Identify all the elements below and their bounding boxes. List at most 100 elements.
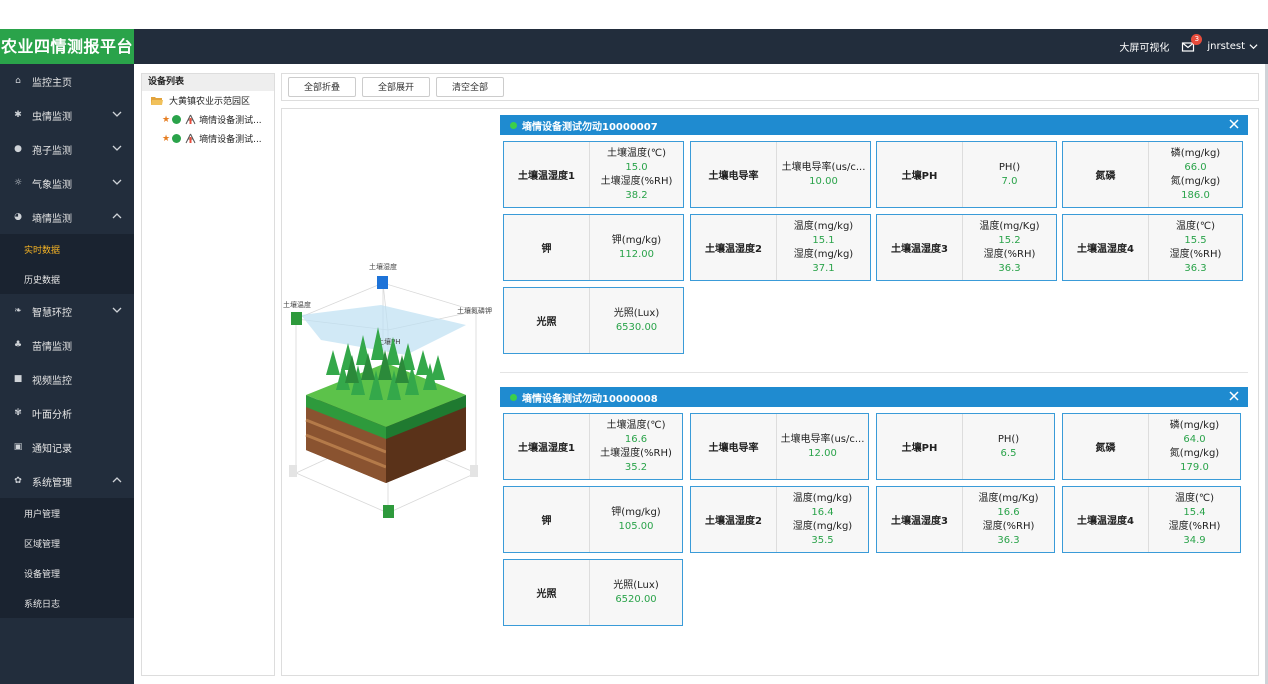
sensor-value: 12.00 <box>808 447 837 459</box>
sensor-card: 氮磷 磷(mg/kg) 64.0 氮(mg/kg) 179.0 <box>1062 413 1241 480</box>
sidebar-item[interactable]: ⌂ 监控主页 <box>0 64 134 98</box>
tree-device-1[interactable]: ★ 墒情设备测试... <box>142 110 274 129</box>
sensor-value: 36.3 <box>998 262 1021 274</box>
sensor-value: 15.5 <box>1184 234 1207 246</box>
sidebar-item-label: 视频监控 <box>32 375 72 387</box>
sidebar-item-label: 监控主页 <box>32 77 72 89</box>
sidebar-item[interactable]: ✱ 虫情监测 <box>0 98 134 132</box>
user-menu[interactable]: jnrstest <box>1207 41 1258 52</box>
sensor-metric-label: 温度(mg/kg) <box>793 220 854 232</box>
notification-bell[interactable]: 3 <box>1181 33 1203 54</box>
sensor-value: 179.0 <box>1180 461 1209 473</box>
sensor-card: 土壤温湿度4 温度(℃) 15.4 湿度(%RH) 34.9 <box>1062 486 1241 553</box>
device-title-bar: 墒情设备测试勿动10000007 <box>500 115 1248 135</box>
device-section: 墒情设备测试勿动10000008 <box>500 387 1248 407</box>
bigscreen-link[interactable]: 大屏可视化 <box>1119 39 1169 54</box>
sidebar-item[interactable]: ◕ 墒情监测 <box>0 200 134 234</box>
cube-gray <box>289 465 297 477</box>
clear-all-button[interactable]: 清空全部 <box>436 77 505 97</box>
sensor-name: 钾 <box>504 215 590 280</box>
sidebar-item-label: 区域管理 <box>24 539 61 550</box>
collapse-all-button[interactable]: 全部折叠 <box>288 77 357 97</box>
sensor-values: 土壤电导率(us/c... 12.00 <box>777 414 868 479</box>
leaf-icon: ❧ <box>14 306 22 316</box>
sidebar-item[interactable]: ♣ 苗情监测 <box>0 328 134 362</box>
sensor-metric-label: 土壤电导率(us/c... <box>780 433 865 445</box>
top-header <box>0 29 1268 64</box>
sidebar-item-label: 历史数据 <box>24 275 61 286</box>
sensor-card: 钾 钾(mg/kg) 105.00 <box>503 486 683 553</box>
sensor-values: 钾(mg/kg) 112.00 <box>590 215 683 280</box>
sensor-name: 钾 <box>504 487 590 552</box>
device-tree-panel: 设备列表 大黄镇农业示范园区 ★ 墒情设备测试... ★ 墒情设备测试... <box>141 73 275 676</box>
sidebar-subitem[interactable]: 系统日志 <box>0 588 134 618</box>
expand-all-button[interactable]: 全部展开 <box>362 77 431 97</box>
message-icon: ▣ <box>13 442 23 452</box>
sensor-value: 34.9 <box>1183 534 1206 546</box>
sensor-value: 15.0 <box>625 161 648 173</box>
tree-device-label: 墒情设备测试... <box>199 116 262 126</box>
sidebar-subitem[interactable]: 用户管理 <box>0 498 134 528</box>
home-icon: ⌂ <box>15 76 21 86</box>
sensor-card: 土壤温湿度1 土壤温度(℃) 16.6 土壤湿度(%RH) 35.2 <box>503 413 683 480</box>
sidebar-item[interactable]: ● 孢子监测 <box>0 132 134 166</box>
cube-gray <box>470 465 478 477</box>
sensor-name: 光照 <box>504 560 590 625</box>
sensor-metric-label: 温度(mg/Kg) <box>979 220 1040 232</box>
sensor-card: 钾 钾(mg/kg) 112.00 <box>503 214 684 281</box>
online-status-icon <box>172 115 182 124</box>
sidebar-item[interactable]: ☼ 气象监测 <box>0 166 134 200</box>
sidebar-item-label: 设备管理 <box>24 569 61 580</box>
app-logo: 农业四情测报平台 <box>0 29 134 64</box>
sidebar-item-label: 系统日志 <box>24 599 61 610</box>
sensor-card: 氮磷 磷(mg/kg) 66.0 氮(mg/kg) 186.0 <box>1062 141 1243 208</box>
sidebar-item[interactable]: ▣ 通知记录 <box>0 430 134 464</box>
sensor-value: 6520.00 <box>615 593 657 605</box>
sidebar-subitem[interactable]: 实时数据 <box>0 234 134 264</box>
sidebar-subitem[interactable]: 设备管理 <box>0 558 134 588</box>
iso-label-top: 土壤湿度 <box>369 262 397 271</box>
online-status-icon <box>510 121 517 129</box>
tree-root[interactable]: 大黄镇农业示范园区 <box>142 91 274 110</box>
sensor-values: 温度(℃) 15.5 湿度(%RH) 36.3 <box>1149 215 1242 280</box>
iso-label-left: 土壤温度 <box>283 300 311 309</box>
sidebar-item[interactable]: ✾ 叶面分析 <box>0 396 134 430</box>
chevron-down-icon <box>112 179 122 185</box>
sensor-metric-label: 氮(mg/kg) <box>1170 175 1221 187</box>
sensor-metric-label: 磷(mg/kg) <box>1169 419 1220 431</box>
sensor-values: 土壤电导率(us/c... 10.00 <box>777 142 870 207</box>
chevron-up-icon <box>112 213 122 219</box>
close-icon[interactable] <box>1228 390 1240 402</box>
sidebar-item[interactable]: ■ 视频监控 <box>0 362 134 396</box>
sensor-value: 10.00 <box>809 175 838 187</box>
sensor-metric-label: PH() <box>997 433 1020 445</box>
sidebar-subitem[interactable]: 区域管理 <box>0 528 134 558</box>
sensor-metric-label: 土壤湿度(%RH) <box>600 175 673 187</box>
username: jnrstest <box>1207 41 1245 52</box>
sensor-value: 37.1 <box>812 262 835 274</box>
device-separator <box>500 372 1248 373</box>
seedling-icon: ♣ <box>13 340 23 350</box>
close-icon[interactable] <box>1228 118 1240 130</box>
sensor-value: 105.00 <box>618 520 654 532</box>
sensor-card: 光照 光照(Lux) 6530.00 <box>503 287 684 354</box>
top-strip <box>0 0 1268 29</box>
sidebar-item[interactable]: ❧ 智慧环控 <box>0 294 134 328</box>
sensor-metric-label: 土壤温度(℃) <box>606 147 667 159</box>
sensor-metric-label: 氮(mg/kg) <box>1169 447 1220 459</box>
sidebar-item-label: 通知记录 <box>32 443 72 455</box>
sensor-metric-label: 温度(mg/Kg) <box>978 492 1039 504</box>
sensor-metric-label: 湿度(%RH) <box>983 248 1036 260</box>
sensor-card: 土壤电导率 土壤电导率(us/c... 10.00 <box>690 141 871 208</box>
sensor-name: 土壤温湿度4 <box>1063 487 1149 552</box>
sensor-value: 7.0 <box>1001 175 1018 187</box>
sidebar-item[interactable]: ✿ 系统管理 <box>0 464 134 498</box>
online-status-icon <box>172 134 182 143</box>
sensor-card: 光照 光照(Lux) 6520.00 <box>503 559 683 626</box>
sensor-name: 土壤温湿度2 <box>691 215 777 280</box>
online-status-icon <box>510 393 517 401</box>
sidebar-subitem[interactable]: 历史数据 <box>0 264 134 294</box>
cube-green <box>291 312 302 325</box>
sensor-name: 光照 <box>504 288 590 353</box>
tree-device-2[interactable]: ★ 墒情设备测试... <box>142 129 274 148</box>
